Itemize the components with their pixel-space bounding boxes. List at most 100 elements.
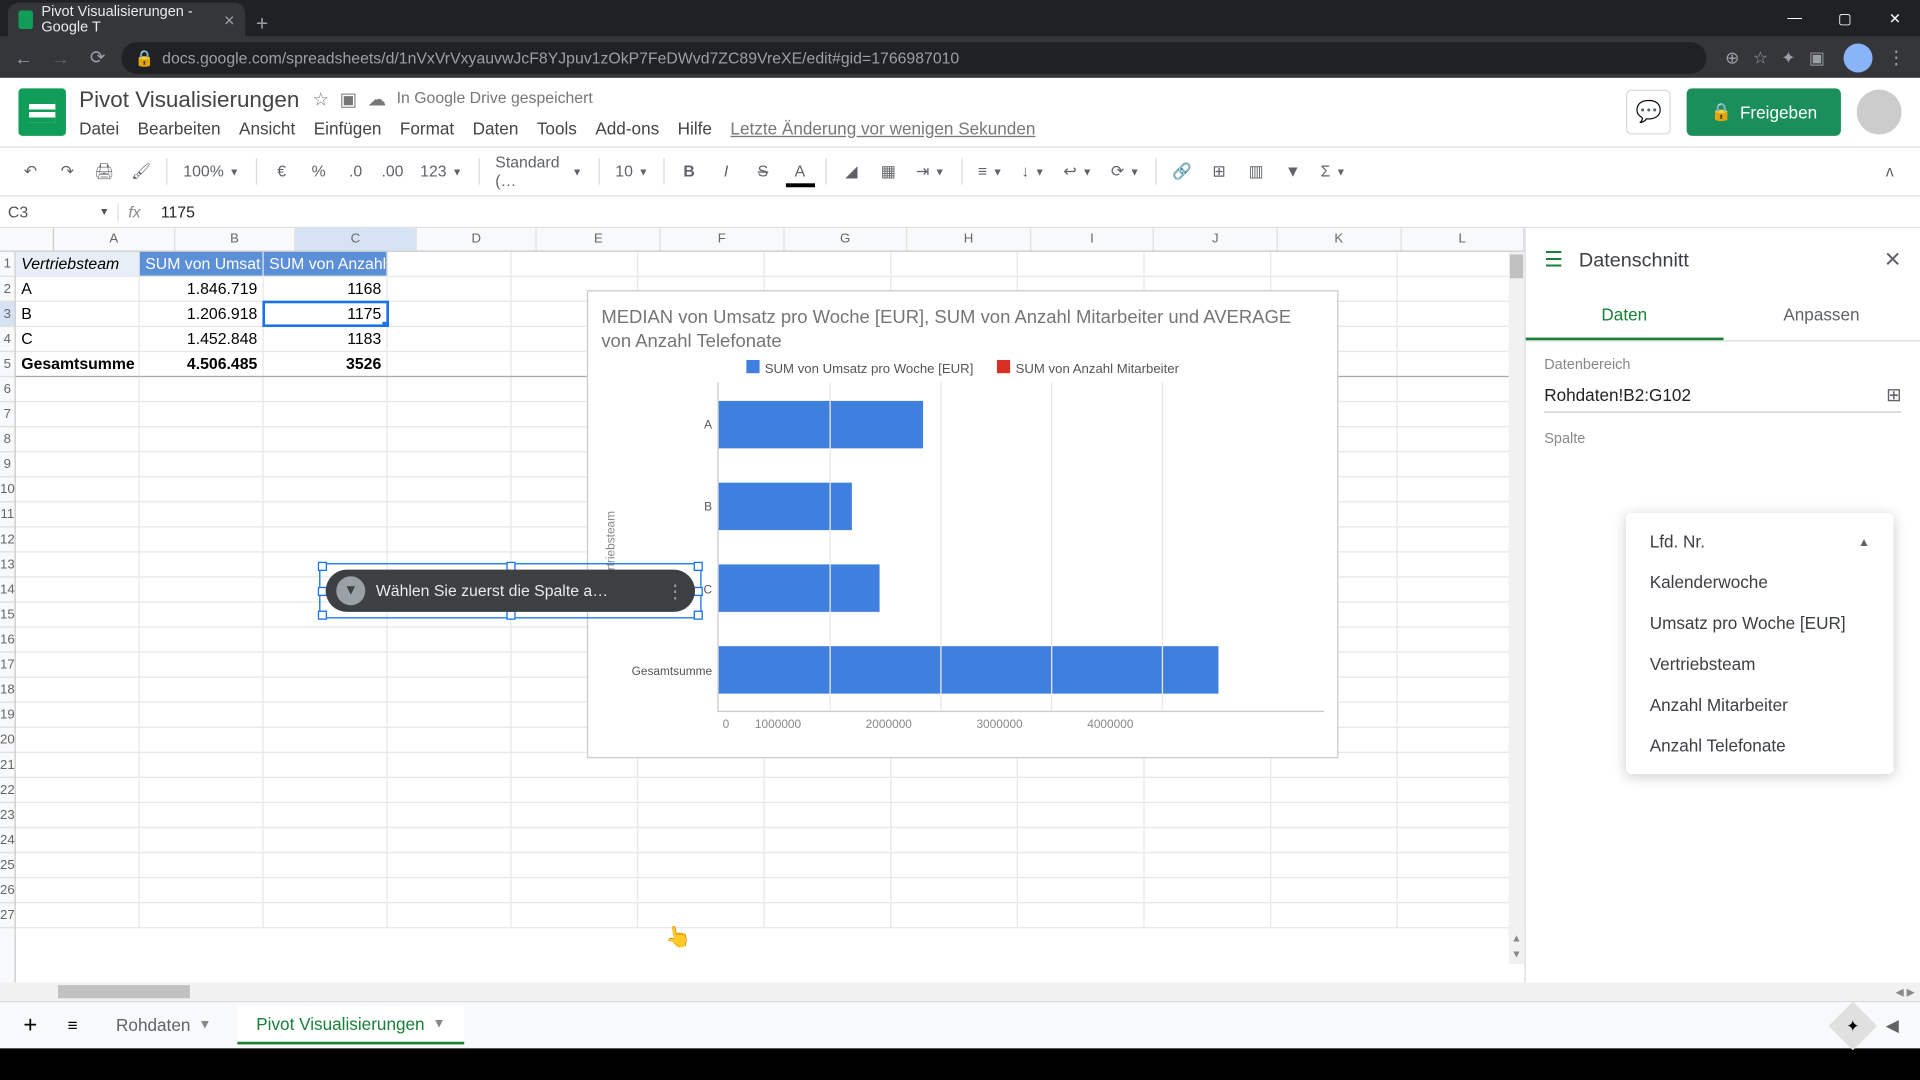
cell[interactable]	[140, 452, 264, 476]
cell[interactable]	[16, 803, 140, 827]
cell[interactable]	[892, 853, 1019, 877]
column-header[interactable]: G	[784, 228, 907, 250]
cell[interactable]	[1271, 252, 1398, 276]
sheet-tab-pivot[interactable]: Pivot Visualisierungen▼	[238, 1006, 464, 1044]
add-sheet-button[interactable]: +	[13, 1009, 47, 1041]
cell[interactable]	[1398, 653, 1524, 677]
cell[interactable]	[638, 828, 765, 852]
maximize-icon[interactable]: ▢	[1820, 0, 1870, 37]
cell[interactable]	[264, 678, 388, 702]
menu-addons[interactable]: Add-ons	[595, 118, 659, 138]
cell[interactable]	[264, 502, 388, 526]
cell[interactable]	[1018, 903, 1145, 927]
fontsize-select[interactable]: 10▼	[607, 162, 654, 180]
cell[interactable]	[512, 828, 639, 852]
column-header[interactable]: E	[537, 228, 660, 250]
cell[interactable]	[1018, 828, 1145, 852]
font-select[interactable]: Standard (…▼	[487, 153, 590, 190]
menu-einfuegen[interactable]: Einfügen	[314, 118, 382, 138]
cell[interactable]	[16, 603, 140, 627]
cell[interactable]	[388, 527, 512, 551]
cell[interactable]	[1018, 803, 1145, 827]
row-header[interactable]: 23	[0, 803, 15, 828]
cell[interactable]	[140, 477, 264, 501]
cell[interactable]	[892, 828, 1019, 852]
cell[interactable]: A	[16, 277, 140, 301]
row-header[interactable]: 20	[0, 728, 15, 753]
cell[interactable]	[388, 853, 512, 877]
cell[interactable]	[264, 828, 388, 852]
cell[interactable]	[16, 903, 140, 927]
cell[interactable]	[1018, 853, 1145, 877]
cell[interactable]	[264, 803, 388, 827]
filter-icon[interactable]: ▼	[1276, 156, 1310, 188]
cell[interactable]	[388, 252, 512, 276]
cell[interactable]	[638, 803, 765, 827]
sheet-tab-menu-icon[interactable]: ▼	[198, 1018, 211, 1033]
cell[interactable]	[892, 878, 1019, 902]
cell[interactable]	[388, 728, 512, 752]
cell[interactable]	[1271, 903, 1398, 927]
cell[interactable]	[16, 878, 140, 902]
cell[interactable]	[1398, 452, 1524, 476]
cell[interactable]	[1018, 252, 1145, 276]
cell[interactable]	[140, 728, 264, 752]
cell[interactable]: 1.846.719	[140, 277, 264, 301]
cell[interactable]	[264, 402, 388, 426]
functions-icon[interactable]: Σ▼	[1313, 162, 1354, 180]
cell[interactable]	[1398, 277, 1524, 301]
row-header[interactable]: 7	[0, 402, 15, 427]
star-doc-icon[interactable]: ☆	[312, 88, 329, 110]
cell[interactable]	[1398, 527, 1524, 551]
cell[interactable]	[1398, 377, 1524, 401]
cell[interactable]	[1271, 778, 1398, 802]
panel-tab-anpassen[interactable]: Anpassen	[1723, 291, 1920, 340]
cell[interactable]	[140, 678, 264, 702]
cell[interactable]	[1398, 903, 1524, 927]
cell[interactable]	[388, 327, 512, 351]
cell[interactable]	[16, 828, 140, 852]
cell[interactable]	[512, 878, 639, 902]
filter-icon[interactable]: ▼	[336, 576, 365, 605]
dropdown-option[interactable]: Anzahl Mitarbeiter	[1626, 684, 1894, 725]
cell[interactable]	[16, 427, 140, 451]
cell[interactable]	[1398, 578, 1524, 602]
cell[interactable]	[1398, 703, 1524, 727]
row-header[interactable]: 16	[0, 628, 15, 653]
merge-icon[interactable]: ⇥▼	[908, 162, 953, 180]
cell[interactable]	[388, 678, 512, 702]
cell[interactable]	[512, 853, 639, 877]
cell[interactable]	[765, 252, 892, 276]
cell[interactable]	[1398, 678, 1524, 702]
resize-handle[interactable]	[318, 562, 327, 571]
row-header[interactable]: 19	[0, 703, 15, 728]
sheet-tab-rohdaten[interactable]: Rohdaten▼	[98, 1007, 230, 1043]
select-all-corner[interactable]	[0, 228, 54, 250]
column-header[interactable]: C	[296, 228, 417, 250]
row-header[interactable]: 25	[0, 853, 15, 878]
cell[interactable]: SUM von Anzahl	[264, 252, 388, 276]
cell[interactable]	[1398, 728, 1524, 752]
column-header[interactable]: H	[908, 228, 1031, 250]
cell[interactable]	[1398, 803, 1524, 827]
cell[interactable]: C	[16, 327, 140, 351]
menu-ansicht[interactable]: Ansicht	[239, 118, 295, 138]
wrap-icon[interactable]: ↩▼	[1056, 162, 1101, 180]
resize-handle[interactable]	[694, 611, 703, 620]
cell[interactable]	[1398, 302, 1524, 326]
reload-icon[interactable]: ⟳	[84, 44, 110, 70]
cell[interactable]	[140, 878, 264, 902]
cell[interactable]	[140, 778, 264, 802]
cell[interactable]	[512, 252, 639, 276]
doc-title[interactable]: Pivot Visualisierungen	[79, 86, 299, 112]
extensions-icon[interactable]: ✦	[1781, 47, 1795, 68]
formula-input[interactable]: 1175	[150, 202, 1920, 220]
cell[interactable]	[892, 903, 1019, 927]
cell[interactable]	[1398, 553, 1524, 577]
cell[interactable]	[264, 477, 388, 501]
cell[interactable]	[1398, 603, 1524, 627]
cell[interactable]	[388, 377, 512, 401]
resize-handle[interactable]	[318, 611, 327, 620]
row-header[interactable]: 13	[0, 553, 15, 578]
column-header[interactable]: J	[1154, 228, 1277, 250]
